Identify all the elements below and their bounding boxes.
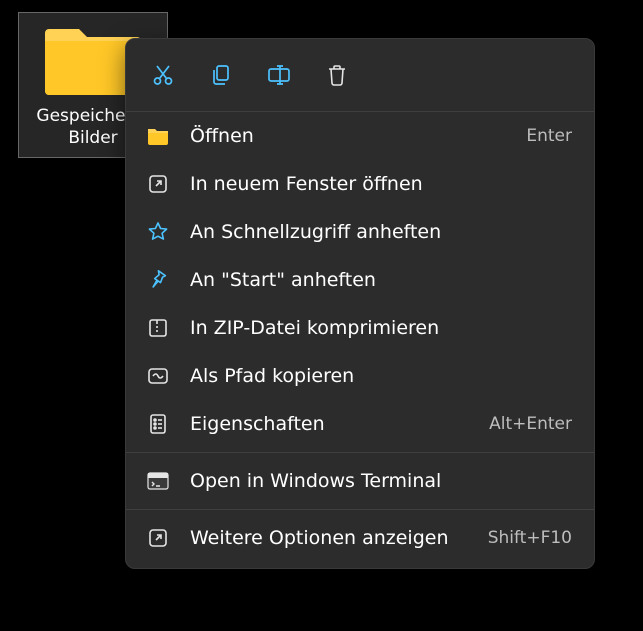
menu-open-terminal[interactable]: Open in Windows Terminal: [126, 457, 594, 505]
menu-label: In ZIP-Datei komprimieren: [190, 317, 572, 339]
separator: [126, 509, 594, 510]
external-window-icon: [144, 174, 172, 194]
menu-label: Als Pfad kopieren: [190, 365, 572, 387]
terminal-icon: [144, 472, 172, 490]
menu-show-more-options[interactable]: Weitere Optionen anzeigen Shift+F10: [126, 514, 594, 562]
menu-pin-start[interactable]: An "Start" anheften: [126, 256, 594, 304]
menu-properties[interactable]: Eigenschaften Alt+Enter: [126, 400, 594, 448]
menu-label: An "Start" anheften: [190, 269, 572, 291]
menu-label: Öffnen: [190, 125, 526, 147]
menu-label: Weitere Optionen anzeigen: [190, 527, 488, 549]
folder-open-icon: [144, 127, 172, 145]
menu-copy-path[interactable]: Als Pfad kopieren: [126, 352, 594, 400]
copy-path-icon: [144, 367, 172, 385]
menu-label: Open in Windows Terminal: [190, 470, 572, 492]
delete-button[interactable]: [308, 49, 366, 101]
menu-label: In neuem Fenster öffnen: [190, 173, 572, 195]
action-bar: [126, 39, 594, 112]
menu-compress-zip[interactable]: In ZIP-Datei komprimieren: [126, 304, 594, 352]
menu-shortcut: Alt+Enter: [489, 414, 572, 434]
menu-label: An Schnellzugriff anheften: [190, 221, 572, 243]
menu-open[interactable]: Öffnen Enter: [126, 112, 594, 160]
menu-shortcut: Enter: [526, 126, 572, 146]
menu-label: Eigenschaften: [190, 413, 489, 435]
properties-icon: [144, 413, 172, 435]
star-icon: [144, 221, 172, 243]
cut-button[interactable]: [134, 49, 192, 101]
copy-button[interactable]: [192, 49, 250, 101]
context-menu: Öffnen Enter In neuem Fenster öffnen An …: [125, 38, 595, 569]
rename-button[interactable]: [250, 49, 308, 101]
menu-shortcut: Shift+F10: [488, 528, 572, 548]
menu-open-new-window[interactable]: In neuem Fenster öffnen: [126, 160, 594, 208]
pin-icon: [144, 269, 172, 291]
separator: [126, 452, 594, 453]
zip-icon: [144, 318, 172, 338]
more-options-icon: [144, 528, 172, 548]
menu-pin-quick-access[interactable]: An Schnellzugriff anheften: [126, 208, 594, 256]
